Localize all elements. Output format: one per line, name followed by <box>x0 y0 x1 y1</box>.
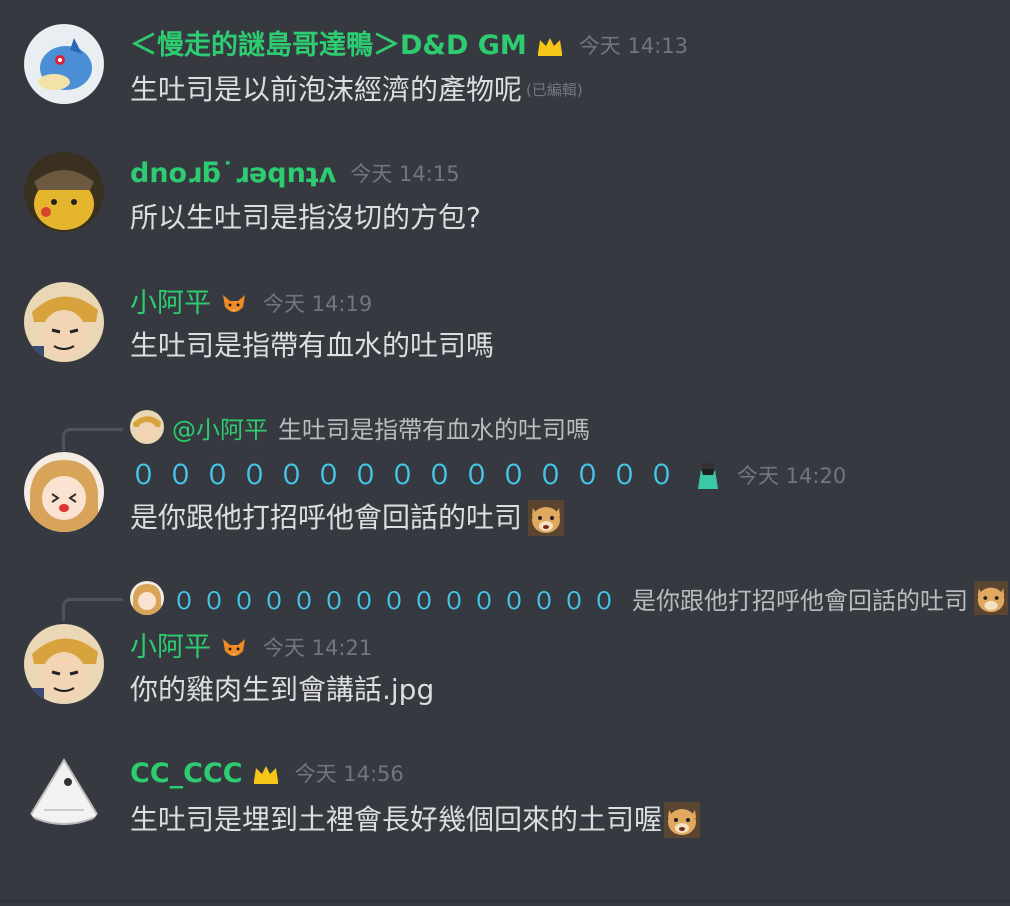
avatar[interactable] <box>24 152 104 232</box>
reply-preview[interactable]: ０００００００００００００００ 是你跟他打招呼他會回話的吐司 <box>130 581 1008 615</box>
timestamp: 今天 14:21 <box>263 636 373 660</box>
reply-avatar <box>130 581 164 615</box>
crown-icon <box>535 31 565 61</box>
fox-icon <box>219 289 249 319</box>
reply-spine <box>62 428 123 451</box>
avatar[interactable] <box>24 24 104 104</box>
message-text: 生吐司是埋到土裡會長好幾個回來的土司喔 <box>130 803 663 836</box>
timestamp: 今天 14:20 <box>737 464 847 488</box>
author-name[interactable]: ０００００００００００００００ <box>130 460 685 492</box>
shiba-emoji <box>528 500 565 536</box>
author-name[interactable]: ＜慢走的謎島哥達鴨＞D&D GM <box>130 30 527 62</box>
reply-preview[interactable]: @小阿平 生吐司是指帶有血水的吐司嗎 <box>130 410 590 444</box>
edited-label: (已編輯) <box>526 81 583 99</box>
author-name[interactable]: 小阿平 <box>130 632 211 664</box>
dress-icon <box>693 461 723 491</box>
shiba-emoji <box>664 802 701 838</box>
avatar[interactable] <box>24 452 104 532</box>
reply-text: 是你跟他打招呼他會回話的吐司 <box>632 586 968 615</box>
avatar[interactable] <box>24 624 104 704</box>
reply-avatar <box>130 410 164 444</box>
timestamp: 今天 14:15 <box>350 162 460 186</box>
timestamp: 今天 14:13 <box>578 34 689 58</box>
message-text: 你的雞肉生到會講話.jpg <box>130 673 435 706</box>
message-text: 生吐司是以前泡沫經濟的產物呢 <box>130 73 523 106</box>
crown-icon <box>251 759 281 789</box>
reply-author: ０００００００００００００００ <box>172 586 622 615</box>
reply-spine <box>62 598 123 621</box>
message-text: 是你跟他打招呼他會回話的吐司 <box>130 501 523 534</box>
author-name[interactable]: 小阿平 <box>130 288 211 320</box>
avatar[interactable] <box>24 282 104 362</box>
author-name[interactable]: CC_CCC <box>130 758 243 790</box>
shiba-emoji <box>974 581 1008 615</box>
message-text: 所以生吐司是指沒切的方包? <box>130 201 481 234</box>
avatar[interactable] <box>24 752 104 832</box>
timestamp: 今天 14:56 <box>294 762 404 786</box>
divider <box>0 900 1010 902</box>
reply-author: @小阿平 <box>172 415 268 444</box>
timestamp: 今天 14:19 <box>263 292 373 316</box>
message-text: 生吐司是指帶有血水的吐司嗎 <box>130 329 495 362</box>
reply-text: 生吐司是指帶有血水的吐司嗎 <box>278 415 590 444</box>
author-name[interactable]: dnoɹƃ˙ɹəqnʇʌ <box>130 158 336 190</box>
fox-icon <box>219 633 249 663</box>
